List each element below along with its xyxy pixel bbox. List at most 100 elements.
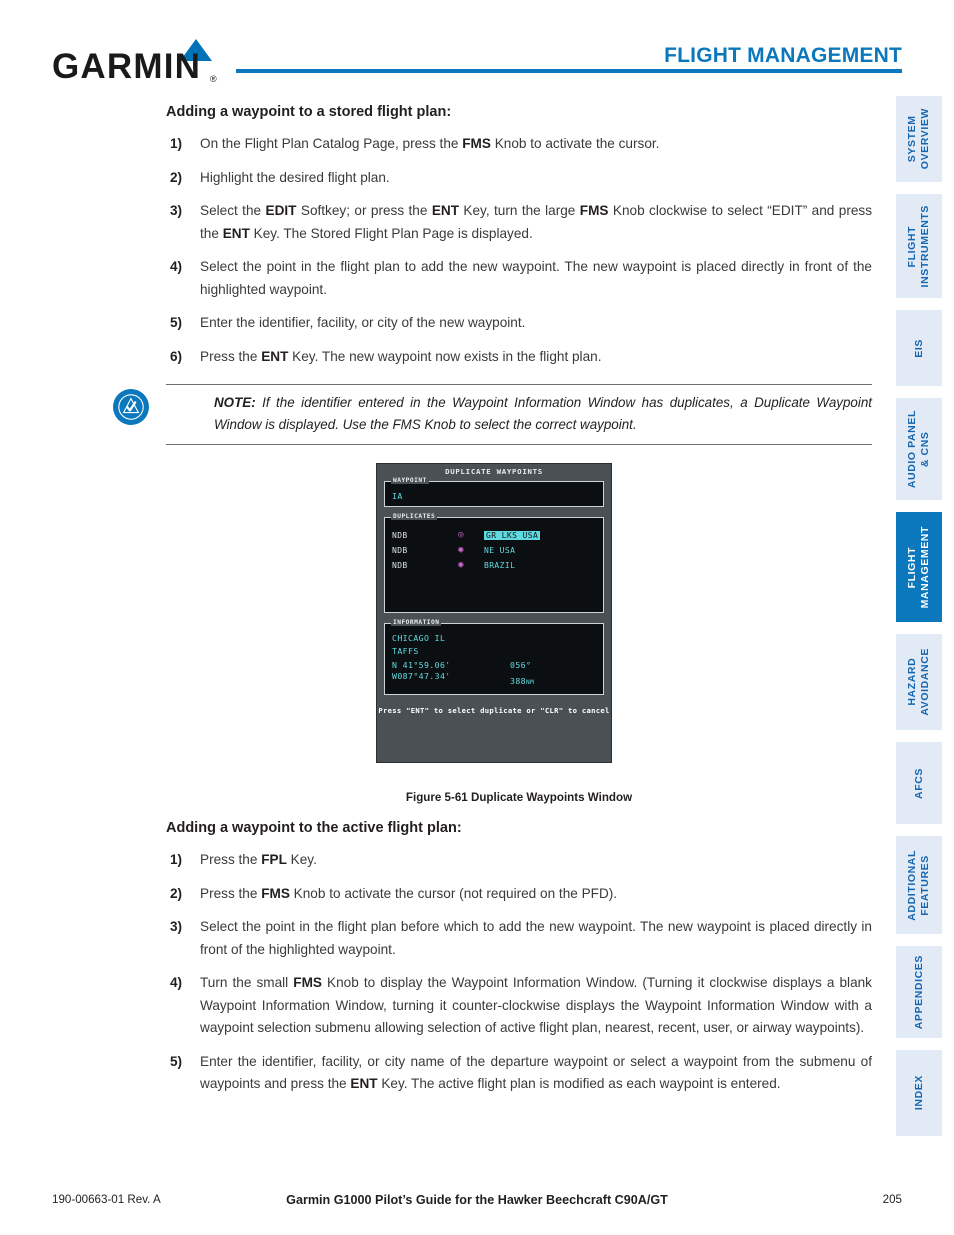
waypoint-panel-label: WAYPOINT [391, 477, 429, 484]
waypoint-panel: WAYPOINT IA [384, 477, 604, 507]
step-item: 1) Press the FPL Key. [166, 849, 872, 872]
step-item: 5) Enter the identifier, facility, or cit… [166, 1051, 872, 1096]
section-tab-system-overview[interactable]: SYSTEM OVERVIEW [896, 96, 942, 182]
step-number: 3) [170, 919, 183, 934]
page-footer: 190-00663-01 Rev. A Garmin G1000 Pilot’s… [0, 1193, 954, 1213]
section-tab-label: AFCS [912, 767, 925, 799]
duplicate-name[interactable]: BRAZIL [484, 561, 515, 570]
note-body: NOTE: If the identifier entered in the W… [113, 385, 872, 444]
step-item: 3) Select the point in the flight plan be… [166, 916, 872, 961]
step-item: 5) Enter the identifier, facility, or cit… [166, 312, 872, 335]
duplicates-panel: DUPLICATES NDB ◎ GR LKS USA NDB ◉ NE USA NDB ◉ B… [384, 513, 604, 613]
section-tab-flight-instruments[interactable]: FLIGHT INSTRUMENTS [896, 194, 942, 298]
duplicate-waypoints-window: DUPLICATE WAYPOINTS WAYPOINT IA DUPLICAT… [376, 463, 612, 763]
step-text: Press the FMS Knob to activate the curso… [200, 885, 618, 901]
ndb-symbol-icon: ◉ [458, 545, 464, 555]
duplicates-panel-label: DUPLICATES [391, 513, 438, 520]
page-title: FLIGHT MANAGEMENT [664, 44, 902, 67]
step-number: 1) [170, 136, 183, 151]
waypoint-identifier-field[interactable]: IA [385, 482, 603, 501]
duplicate-row[interactable]: NDB ◎ GR LKS USA [385, 528, 603, 543]
note-text: NOTE: If the identifier entered in the W… [214, 392, 872, 436]
note-label: NOTE: [214, 395, 256, 410]
step-item: 4) Select the point in the flight plan to… [166, 256, 872, 301]
garmin-logo: GARMIN ® [52, 34, 232, 86]
section-tab-additional-features[interactable]: ADDITIONAL FEATURES [896, 836, 942, 934]
information-distance: 388NM [510, 676, 534, 688]
step-text: Enter the identifier, facility, or city … [200, 1053, 872, 1092]
garmin-registered-mark: ® [210, 74, 217, 84]
section-tab-label: HAZARD AVOIDANCE [906, 648, 931, 716]
section-tab-audio-panel-cns[interactable]: AUDIO PANEL & CNS [896, 398, 942, 500]
step-number: 2) [170, 885, 183, 901]
step-number: 3) [170, 203, 183, 218]
information-longitude: W087°47.34' [392, 671, 451, 681]
garmin-wordmark: GARMIN [52, 47, 202, 86]
duplicate-type: NDB [392, 561, 408, 570]
section-tab-index[interactable]: INDEX [896, 1050, 942, 1136]
section-tab-label: SYSTEM OVERVIEW [906, 108, 931, 170]
figure-window-title: DUPLICATE WAYPOINTS [445, 467, 543, 476]
section-tab-flight-management[interactable]: FLIGHT MANAGEMENT [896, 512, 942, 622]
duplicate-row[interactable]: NDB ◉ BRAZIL [385, 558, 603, 573]
section-tab-appendices[interactable]: APPENDICES [896, 946, 942, 1038]
section-tab-label: APPENDICES [912, 954, 925, 1030]
section-tab-rail: SYSTEM OVERVIEW FLIGHT INSTRUMENTS EIS AUDI… [896, 96, 942, 1148]
page-header: GARMIN ® FLIGHT MANAGEMENT [0, 28, 954, 88]
information-coordinates-row: N 41°59.06' W087°47.34' 056° 388NM [385, 658, 603, 688]
figure-caption: Figure 5-61 Duplicate Waypoints Window [405, 791, 633, 804]
step-item: 2) Highlight the desired flight plan. [166, 167, 872, 190]
step-item: 1) On the Flight Plan Catalog Page, press… [166, 133, 872, 156]
section-tab-label: FLIGHT MANAGEMENT [906, 525, 931, 609]
step-text: Press the ENT Key. The new waypoint now … [200, 348, 602, 364]
information-city: CHICAGO IL [392, 633, 446, 643]
section-tab-eis[interactable]: EIS [896, 310, 942, 386]
step-item: 2) Press the FMS Knob to activate the cur… [166, 883, 872, 906]
section2-heading: Adding a waypoint to the active flight p… [166, 820, 462, 836]
step-item: 4) Turn the small FMS Knob to display the… [166, 972, 872, 1040]
duplicate-row[interactable]: NDB ◉ NE USA [385, 543, 603, 558]
ndb-symbol-icon: ◎ [458, 530, 464, 540]
footer-guide-title: Garmin G1000 Pilot’s Guide for the Hawke… [286, 1193, 668, 1207]
section-tab-afcs[interactable]: AFCS [896, 742, 942, 824]
information-distance-unit: NM [526, 679, 535, 686]
step-text: Select the point in the flight plan befo… [200, 919, 872, 957]
step-item: 3) Select the EDIT Softkey; or press the … [166, 200, 872, 245]
step-number: 6) [170, 348, 183, 364]
section1-step-list: 1) On the Flight Plan Catalog Page, press… [166, 133, 872, 368]
note-icon [113, 389, 149, 425]
section-tab-label: FLIGHT INSTRUMENTS [906, 204, 931, 288]
section-tab-hazard-avoidance[interactable]: HAZARD AVOIDANCE [896, 634, 942, 730]
duplicates-list[interactable]: NDB ◎ GR LKS USA NDB ◉ NE USA NDB ◉ BRAZIL [385, 518, 603, 573]
duplicate-type: NDB [392, 531, 408, 540]
note-message: If the identifier entered in the Waypoin… [214, 395, 872, 432]
step-number: 5) [170, 315, 183, 330]
information-latitude: N 41°59.06' [392, 660, 451, 670]
section-active-flight-plan: Adding a waypoint to the active flight p… [166, 820, 872, 1107]
figure-prompt: Press "ENT" to select duplicate or "CLR"… [378, 706, 610, 715]
section1-heading: Adding a waypoint to a stored flight pla… [166, 104, 452, 120]
information-panel-label: INFORMATION [391, 619, 442, 626]
information-panel: INFORMATION CHICAGO IL TAFFS N 41°59.06'… [384, 619, 604, 695]
step-number: 2) [170, 169, 183, 185]
step-text: Select the point in the flight plan to a… [200, 259, 872, 297]
information-facility: TAFFS [392, 646, 419, 656]
step-text: Press the FPL Key. [200, 852, 317, 867]
duplicate-name[interactable]: NE USA [484, 546, 515, 555]
note-block: NOTE: If the identifier entered in the W… [113, 384, 872, 445]
step-text: Turn the small FMS Knob to display the W… [200, 975, 872, 1035]
step-text: Highlight the desired flight plan. [200, 169, 390, 185]
duplicate-name-selected[interactable]: GR LKS USA [484, 531, 541, 540]
step-number: 4) [170, 259, 183, 274]
header-rule [236, 69, 902, 73]
step-text: Select the EDIT Softkey; or press the EN… [200, 203, 873, 241]
information-distance-value: 388 [510, 676, 526, 686]
step-item: 6) Press the ENT Key. The new waypoint no… [166, 346, 872, 369]
step-number: 5) [170, 1053, 183, 1069]
section-tab-label: ADDITIONAL FEATURES [906, 849, 931, 921]
ndb-symbol-icon: ◉ [458, 560, 464, 570]
section-tab-label: EIS [912, 338, 925, 358]
section2-step-list: 1) Press the FPL Key. 2) Press the FMS Knob… [166, 849, 872, 1096]
information-bearing: 056° [510, 660, 532, 670]
section-tab-label: AUDIO PANEL & CNS [906, 409, 931, 489]
